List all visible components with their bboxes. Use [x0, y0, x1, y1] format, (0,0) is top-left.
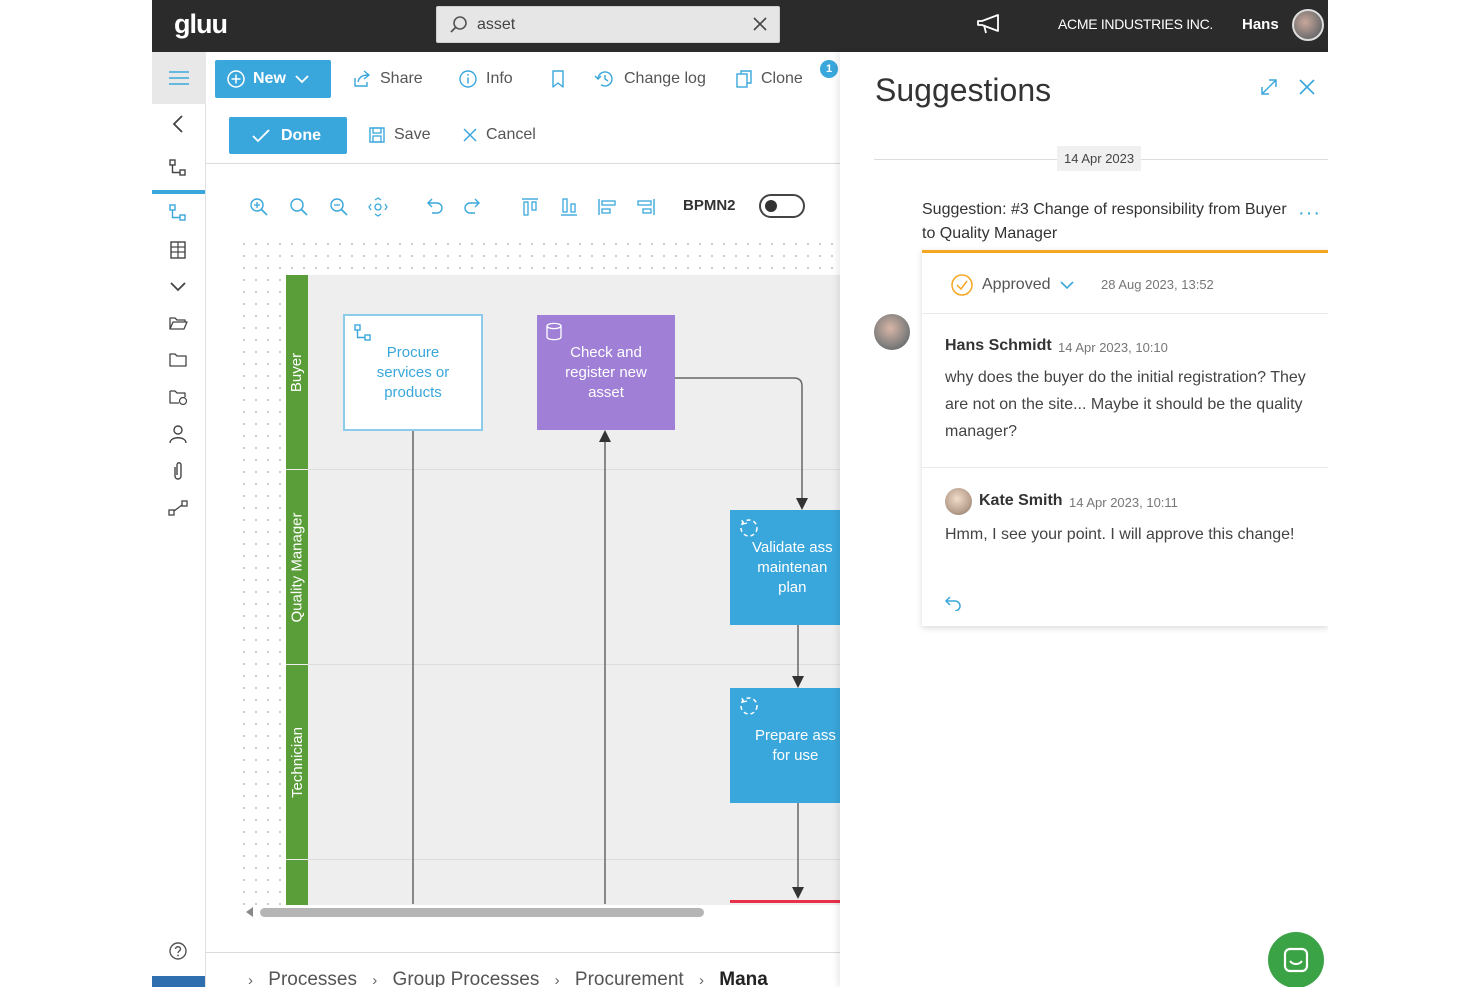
- arrow-head: [792, 887, 804, 899]
- megaphone-icon[interactable]: [976, 14, 1004, 41]
- task-label: Validate ass maintenan plan: [752, 538, 833, 596]
- company-name[interactable]: ACME INDUSTRIES INC.: [1058, 16, 1213, 32]
- rail-footer-block: [152, 976, 205, 987]
- card-divider: [922, 313, 1328, 314]
- scroll-left-arrow[interactable]: [246, 907, 253, 917]
- comment-text: Hmm, I see your point. I will approve th…: [945, 526, 1295, 543]
- arrow-head: [599, 430, 611, 442]
- close-icon[interactable]: [1298, 78, 1316, 101]
- end-event-line: [730, 900, 840, 903]
- loop-icon: [738, 695, 760, 723]
- breadcrumb-separator: ›: [248, 972, 253, 987]
- comment-text: why does the buyer do the initial regist…: [945, 369, 1306, 440]
- user-avatar[interactable]: [1292, 9, 1324, 41]
- app-window: gluu ACME INDUSTRIES INC. Hans: [152, 0, 1328, 987]
- breadcrumb-item[interactable]: Processes: [268, 969, 357, 987]
- help-icon[interactable]: [167, 940, 189, 962]
- comment-time: 14 Apr 2023, 10:10: [1058, 340, 1168, 355]
- breadcrumb-separator: ›: [554, 972, 560, 987]
- task-procure[interactable]: Procure services or products: [343, 314, 483, 431]
- comment-author: Hans Schmidt: [945, 337, 1052, 354]
- breadcrumb-separator: ›: [372, 972, 378, 987]
- task-label: Check and register new asset: [565, 343, 647, 401]
- suggestions-panel: Suggestions 14 Apr 2023 Suggestion: #3 C…: [840, 52, 1328, 987]
- process-icon: [353, 323, 373, 349]
- database-icon: [545, 322, 563, 348]
- task-validate-plan[interactable]: Validate ass maintenan plan: [730, 510, 840, 625]
- arrow-head: [792, 676, 804, 688]
- breadcrumb-separator: ›: [698, 972, 704, 987]
- comment-time: 14 Apr 2023, 10:11: [1069, 495, 1178, 510]
- task-label: Prepare ass for use: [755, 726, 836, 764]
- comment-author: Kate Smith: [979, 492, 1063, 509]
- panel-title: Suggestions: [875, 72, 1052, 108]
- loop-icon: [738, 517, 760, 545]
- suggestion-card: Approved 28 Aug 2023, 13:52 Hans Schmidt…: [922, 250, 1328, 626]
- task-label: Procure services or products: [376, 343, 450, 401]
- chevron-down-icon: [1059, 281, 1074, 290]
- reply-icon[interactable]: [944, 595, 962, 616]
- expand-icon[interactable]: [1258, 76, 1280, 103]
- horizontal-scrollbar[interactable]: [260, 908, 704, 917]
- chat-launcher-button[interactable]: [1268, 932, 1324, 987]
- task-check-register[interactable]: Check and register new asset: [537, 315, 675, 430]
- suggestion-title: Suggestion: #3 Change of responsibility …: [922, 201, 1287, 242]
- more-options-icon[interactable]: ···: [1298, 202, 1321, 225]
- date-separator-label: 14 Apr 2023: [1057, 146, 1142, 171]
- task-prepare-asset[interactable]: Prepare ass for use: [730, 688, 840, 803]
- flow-line: [674, 377, 803, 498]
- avatar-kate-smith: [945, 488, 972, 515]
- avatar-hans-schmidt: [874, 314, 910, 350]
- status-dropdown[interactable]: Approved: [950, 273, 1075, 297]
- breadcrumb-item[interactable]: Procurement: [575, 969, 684, 987]
- card-divider: [922, 467, 1328, 468]
- breadcrumb: › Processes › Group Processes › Procurem…: [206, 952, 840, 987]
- breadcrumb-item[interactable]: Group Processes: [393, 969, 540, 987]
- arrow-head: [796, 498, 808, 510]
- breadcrumb-current: Mana: [719, 969, 768, 987]
- status-date: 28 Aug 2023, 13:52: [1101, 277, 1214, 292]
- user-name[interactable]: Hans: [1242, 16, 1279, 33]
- approved-check-icon: [951, 274, 973, 296]
- chat-icon: [1283, 947, 1309, 973]
- status-label: Approved: [982, 276, 1051, 293]
